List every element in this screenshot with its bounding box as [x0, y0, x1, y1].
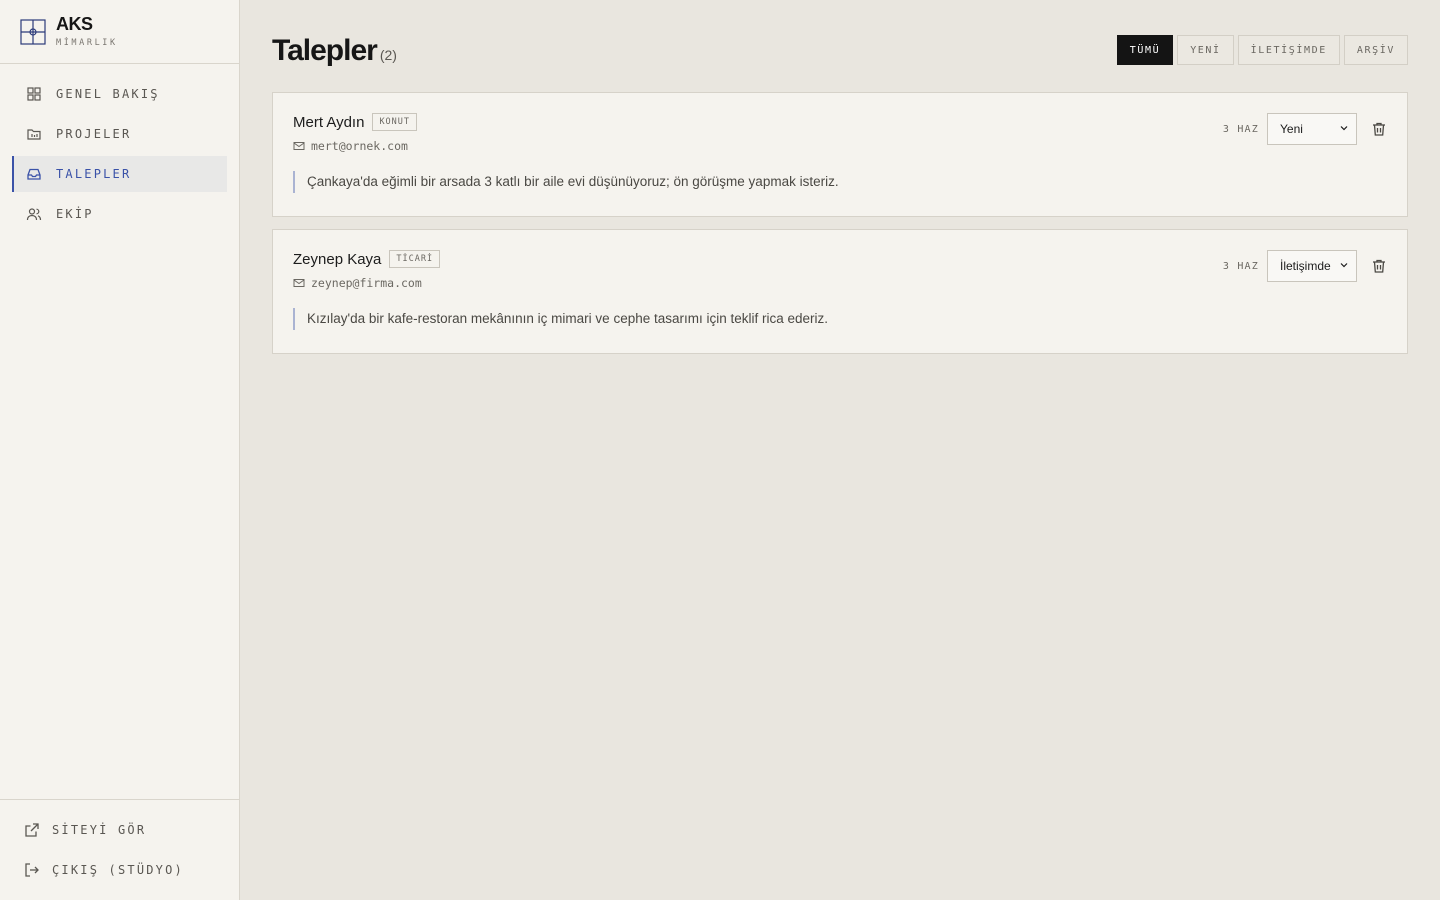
request-card: Zeynep Kaya TİCARİ zeynep@firma.com Kızı…: [272, 229, 1408, 354]
external-link-icon: [24, 822, 40, 838]
request-card: Mert Aydın KONUT mert@ornek.com Çankaya'…: [272, 92, 1408, 217]
status-select[interactable]: Yeni: [1267, 113, 1357, 145]
folder-icon: [26, 126, 42, 142]
logout-label: ÇIKIŞ (STÜDYO): [52, 863, 184, 877]
trash-icon[interactable]: [1371, 121, 1387, 137]
status-select-value: Yeni: [1280, 122, 1303, 136]
inbox-icon: [26, 166, 42, 182]
sidebar-item-talepler[interactable]: TALEPLER: [12, 156, 227, 192]
mail-icon: [293, 140, 305, 152]
logout-button[interactable]: ÇIKIŞ (STÜDYO): [24, 850, 239, 890]
request-count: (2): [379, 47, 397, 63]
request-type-tag: KONUT: [372, 113, 418, 131]
request-message: Çankaya'da eğimli bir arsada 3 katlı bir…: [293, 171, 1387, 193]
sidebar-footer: SİTEYİ GÖR ÇIKIŞ (STÜDYO): [0, 799, 239, 900]
request-date: 3 HAZ: [1222, 260, 1259, 272]
chevron-down-icon: [1338, 259, 1350, 274]
page-title: Talepler (2): [272, 34, 397, 68]
request-name: Zeynep Kaya: [293, 250, 382, 268]
status-select-value: İletişimde: [1280, 259, 1331, 273]
request-date: 3 HAZ: [1222, 123, 1259, 135]
status-select[interactable]: İletişimde: [1267, 250, 1357, 282]
users-icon: [26, 206, 42, 222]
request-type-tag: TİCARİ: [389, 250, 441, 268]
brand-subtitle: MİMARLIK: [56, 38, 118, 48]
page-header: Talepler (2) TÜMÜ YENİ İLETİŞİMDE ARŞİV: [272, 0, 1408, 92]
request-email[interactable]: mert@ornek.com: [311, 139, 408, 153]
filter-tab-all[interactable]: TÜMÜ: [1116, 35, 1174, 65]
filter-tab-archive[interactable]: ARŞİV: [1343, 35, 1408, 65]
view-site-label: SİTEYİ GÖR: [52, 823, 147, 837]
logo-icon: [20, 18, 46, 45]
request-email[interactable]: zeynep@firma.com: [311, 276, 422, 290]
logout-icon: [24, 862, 40, 878]
chevron-down-icon: [1338, 122, 1350, 137]
view-site-link[interactable]: SİTEYİ GÖR: [24, 810, 239, 850]
sidebar-item-label: TALEPLER: [56, 167, 132, 181]
request-message: Kızılay'da bir kafe-restoran mekânının i…: [293, 308, 1387, 330]
mail-icon: [293, 277, 305, 289]
sidebar-item-label: PROJELER: [56, 127, 132, 141]
request-name: Mert Aydın: [293, 113, 365, 131]
page-title-text: Talepler: [272, 34, 378, 67]
sidebar-item-genel-bakis[interactable]: GENEL BAKIŞ: [12, 76, 227, 112]
sidebar-nav: GENEL BAKIŞ PROJELER TALEPLER EKİP: [0, 64, 239, 232]
main-content: Talepler (2) TÜMÜ YENİ İLETİŞİMDE ARŞİV M…: [240, 0, 1440, 900]
brand-name: AKS: [56, 14, 93, 34]
sidebar: AKS MİMARLIK GENEL BAKIŞ PROJELER TALEPL…: [0, 0, 240, 900]
brand[interactable]: AKS MİMARLIK: [0, 0, 239, 64]
sidebar-item-projeler[interactable]: PROJELER: [12, 116, 227, 152]
filter-tab-new[interactable]: YENİ: [1177, 35, 1234, 65]
trash-icon[interactable]: [1371, 258, 1387, 274]
sidebar-item-label: EKİP: [56, 207, 94, 221]
filter-tabs: TÜMÜ YENİ İLETİŞİMDE ARŞİV: [1116, 35, 1408, 65]
filter-tab-contacted[interactable]: İLETİŞİMDE: [1237, 35, 1340, 65]
sidebar-item-ekip[interactable]: EKİP: [12, 196, 227, 232]
sidebar-item-label: GENEL BAKIŞ: [56, 87, 160, 101]
grid-icon: [26, 86, 42, 102]
